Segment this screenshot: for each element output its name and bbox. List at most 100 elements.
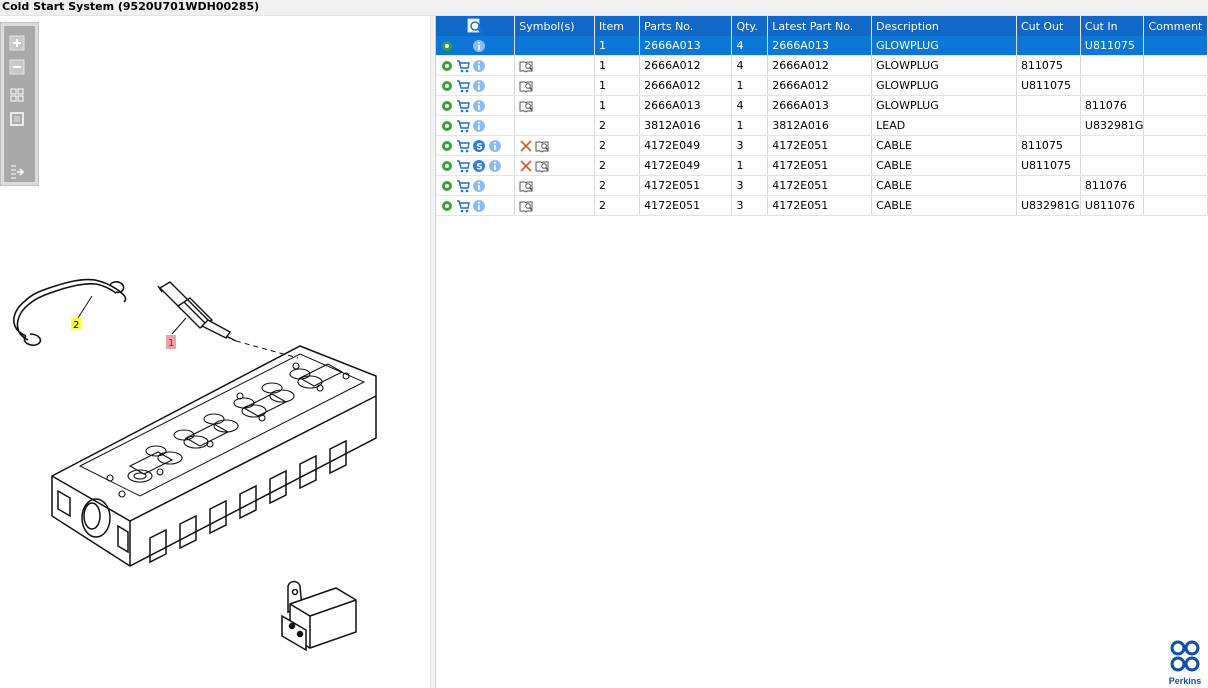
table-row[interactable]: 1 2666A012 4 2666A012 GLOWPLUG 811075: [436, 55, 1208, 76]
settings-gear-icon[interactable]: [440, 159, 454, 173]
settings-gear-icon[interactable]: [440, 39, 454, 53]
catalogue-book-icon[interactable]: [519, 99, 533, 113]
table-row[interactable]: 2 3812A016 1 3812A016 LEAD U832981G: [436, 115, 1208, 136]
cell-description: CABLE: [871, 135, 1017, 156]
table-row[interactable]: 2 4172E051 3 4172E051 CABLE 811076: [436, 175, 1208, 196]
info-icon[interactable]: [472, 79, 486, 93]
column-header-comment[interactable]: Comment: [1143, 16, 1208, 36]
info-icon[interactable]: [488, 139, 502, 153]
row-actions: S: [436, 135, 516, 156]
settings-gear-icon[interactable]: [440, 199, 454, 213]
export-icon: [11, 165, 25, 179]
supersession-icon[interactable]: S: [472, 139, 486, 153]
glowplug-part-drawing[interactable]: [157, 281, 299, 359]
fit-all-button[interactable]: [8, 86, 26, 104]
cell-qty: 1: [731, 155, 769, 176]
settings-gear-icon[interactable]: [440, 179, 454, 193]
cart-icon[interactable]: [456, 59, 470, 73]
cell-latest-part-no: 2666A013: [767, 95, 873, 116]
cell-description: CABLE: [871, 155, 1017, 176]
row-actions: [436, 55, 516, 76]
cell-item: 1: [594, 36, 641, 56]
catalogue-book-icon[interactable]: [519, 179, 533, 193]
zoom-in-button[interactable]: [8, 34, 26, 52]
row-symbols: [514, 36, 595, 56]
column-header-cut-in[interactable]: Cut In: [1080, 16, 1145, 36]
info-icon[interactable]: [472, 179, 486, 193]
cart-icon[interactable]: [456, 79, 470, 93]
cart-icon[interactable]: [456, 179, 470, 193]
zoom-out-button[interactable]: [8, 58, 26, 76]
callout-item-1[interactable]: 1: [166, 317, 187, 349]
info-icon[interactable]: [472, 59, 486, 73]
row-actions: S: [436, 155, 516, 176]
export-button[interactable]: [8, 162, 26, 180]
column-header-qty[interactable]: Qty.: [731, 16, 769, 36]
row-symbols: [514, 175, 595, 196]
info-icon[interactable]: [488, 159, 502, 173]
cell-cut-in: [1080, 75, 1145, 96]
column-header-actions[interactable]: [436, 16, 516, 36]
settings-gear-icon[interactable]: [440, 99, 454, 113]
actual-size-button[interactable]: [8, 110, 26, 128]
table-row[interactable]: 1 2666A013 4 2666A013 GLOWPLUG U811075: [436, 36, 1208, 56]
info-icon[interactable]: [472, 119, 486, 133]
cell-latest-part-no: 4172E051: [767, 195, 873, 216]
info-icon[interactable]: [472, 39, 486, 53]
view-toolbox: [0, 22, 39, 186]
info-icon[interactable]: [472, 199, 486, 213]
table-row[interactable]: 1 2666A012 1 2666A012 GLOWPLUG U811075: [436, 75, 1208, 96]
cell-comment: [1143, 36, 1208, 56]
catalogue-book-icon[interactable]: [519, 79, 533, 93]
cell-item: 1: [594, 75, 641, 96]
column-header-latest-part-no[interactable]: Latest Part No.: [767, 16, 873, 36]
illustration-pane: 2 1: [0, 16, 430, 688]
cell-latest-part-no: 2666A013: [767, 36, 873, 56]
cart-icon[interactable]: [456, 39, 470, 53]
cart-icon[interactable]: [456, 199, 470, 213]
zoom-out-icon: [9, 59, 25, 75]
table-row[interactable]: 1 2666A013 4 2666A013 GLOWPLUG 811076: [436, 95, 1208, 116]
catalogue-book-icon[interactable]: [519, 59, 533, 73]
column-header-item[interactable]: Item: [594, 16, 641, 36]
column-header-cut-out[interactable]: Cut Out: [1016, 16, 1081, 36]
cell-description: CABLE: [871, 195, 1017, 216]
cell-cut-in: [1080, 135, 1145, 156]
cell-item: 1: [594, 55, 641, 76]
cell-latest-part-no: 2666A012: [767, 75, 873, 96]
parts-table: Symbol(s) Item Parts No. Qty. Latest Par…: [436, 16, 1208, 216]
cell-cut-out: U832981G: [1016, 195, 1081, 216]
column-header-parts-no[interactable]: Parts No.: [639, 16, 733, 36]
remove-icon[interactable]: [519, 139, 533, 153]
cart-icon[interactable]: [456, 119, 470, 133]
info-icon[interactable]: [472, 99, 486, 113]
cart-icon[interactable]: [456, 139, 470, 153]
cart-icon[interactable]: [456, 159, 470, 173]
callout-item-2[interactable]: 2: [71, 295, 93, 331]
cell-cut-out: [1016, 95, 1081, 116]
cell-cut-out: [1016, 115, 1081, 136]
table-row[interactable]: S 2 4172E049 1 4172E051 CABLE U811075: [436, 155, 1208, 176]
catalogue-book-icon[interactable]: [535, 159, 549, 173]
settings-gear-icon[interactable]: [440, 119, 454, 133]
column-header-symbols[interactable]: Symbol(s): [514, 16, 595, 36]
catalogue-book-icon[interactable]: [519, 199, 533, 213]
cell-cut-out: U811075: [1016, 155, 1081, 176]
settings-gear-icon[interactable]: [440, 139, 454, 153]
cart-icon[interactable]: [456, 99, 470, 113]
catalogue-book-icon[interactable]: [535, 139, 549, 153]
cell-comment: [1143, 195, 1208, 216]
cell-cut-out: 811075: [1016, 55, 1081, 76]
table-row[interactable]: 2 4172E051 3 4172E051 CABLE U832981G U811076: [436, 195, 1208, 216]
relay-part-drawing[interactable]: [281, 580, 357, 652]
table-row[interactable]: S 2 4172E049 3 4172E051 CABLE 811075: [436, 135, 1208, 156]
column-header-description[interactable]: Description: [871, 16, 1017, 36]
cell-parts-no: 3812A016: [639, 115, 733, 136]
row-symbols: [514, 155, 595, 176]
settings-gear-icon[interactable]: [440, 79, 454, 93]
remove-icon[interactable]: [519, 159, 533, 173]
supersession-icon[interactable]: S: [472, 159, 486, 173]
cell-latest-part-no: 2666A012: [767, 55, 873, 76]
settings-gear-icon[interactable]: [440, 59, 454, 73]
lead-part-drawing[interactable]: [13, 278, 127, 347]
